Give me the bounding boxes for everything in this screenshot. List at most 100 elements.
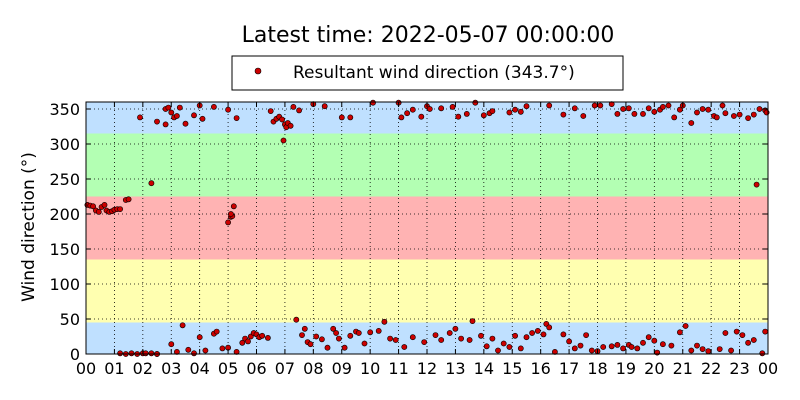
data-point xyxy=(381,318,388,325)
x-tick-label: 07 xyxy=(275,359,295,378)
data-point xyxy=(182,120,189,127)
data-point xyxy=(227,211,234,217)
x-tick-label: 22 xyxy=(701,359,721,378)
data-point xyxy=(705,348,712,355)
data-point xyxy=(688,120,695,126)
data-point xyxy=(162,121,169,128)
data-point xyxy=(682,323,689,329)
data-point xyxy=(660,104,666,110)
data-point xyxy=(640,339,646,346)
data-point xyxy=(560,331,567,338)
data-point xyxy=(731,113,737,119)
data-point xyxy=(523,103,530,110)
data-point xyxy=(694,342,700,349)
direction-bands xyxy=(86,102,768,354)
data-point xyxy=(313,333,320,340)
data-point xyxy=(301,325,308,332)
data-point xyxy=(489,108,496,114)
data-point xyxy=(546,102,553,109)
data-point xyxy=(614,111,621,117)
x-tick-label: 10 xyxy=(360,359,380,378)
x-tick-label: 16 xyxy=(530,359,550,378)
data-point xyxy=(341,344,348,351)
x-tick-label: 01 xyxy=(104,359,124,378)
data-point xyxy=(361,340,368,347)
data-point xyxy=(668,342,675,349)
data-point xyxy=(722,110,729,117)
data-point xyxy=(168,341,175,348)
data-point xyxy=(745,339,751,346)
data-point xyxy=(279,116,285,123)
data-point xyxy=(409,106,416,113)
data-point xyxy=(634,345,641,352)
data-point xyxy=(375,327,382,334)
data-point xyxy=(199,115,206,122)
x-tick-label: 04 xyxy=(189,359,209,378)
data-point xyxy=(287,122,294,129)
data-point xyxy=(142,350,149,357)
data-point xyxy=(699,346,706,352)
x-tick-label: 17 xyxy=(559,359,579,378)
data-point xyxy=(446,330,453,336)
data-point xyxy=(426,106,433,112)
data-point xyxy=(713,114,720,121)
data-point xyxy=(489,335,496,342)
data-point xyxy=(280,137,287,144)
data-point xyxy=(267,108,274,114)
data-point xyxy=(620,345,626,352)
data-point xyxy=(463,111,470,117)
data-point xyxy=(338,114,345,121)
data-point xyxy=(432,332,439,338)
data-point xyxy=(628,344,635,350)
data-point xyxy=(176,104,183,111)
data-point xyxy=(259,332,266,339)
data-point xyxy=(540,331,547,338)
data-point xyxy=(148,180,155,187)
data-point xyxy=(117,350,123,357)
data-point xyxy=(299,332,305,338)
data-point xyxy=(736,111,743,118)
data-point xyxy=(290,104,297,110)
data-point xyxy=(191,112,197,119)
data-point xyxy=(620,106,626,112)
data-point xyxy=(148,350,155,357)
data-point xyxy=(645,105,652,112)
x-tick-label: 08 xyxy=(303,359,323,378)
data-point xyxy=(739,332,746,338)
data-point xyxy=(719,102,726,109)
data-point xyxy=(688,347,695,354)
data-point xyxy=(398,114,405,121)
y-axis-label: Wind direction (°) xyxy=(19,152,39,302)
data-point xyxy=(438,337,445,343)
data-point xyxy=(651,108,658,115)
data-point xyxy=(483,343,490,350)
data-point xyxy=(421,339,428,345)
data-point xyxy=(318,336,325,343)
x-tick-label: 11 xyxy=(388,359,408,378)
legend-label: Resultant wind direction (343.7°) xyxy=(293,63,575,83)
data-point xyxy=(404,110,410,117)
data-point xyxy=(614,341,621,348)
data-point xyxy=(625,105,632,112)
data-point xyxy=(500,340,507,347)
data-point xyxy=(202,347,209,354)
wind-direction-chart: Latest time: 2022-05-07 00:00:00 00 01 02 0… xyxy=(19,23,778,378)
data-point xyxy=(546,324,553,331)
data-point xyxy=(324,344,331,351)
data-point xyxy=(438,105,445,112)
x-tick-label: 15 xyxy=(502,359,522,378)
y-tick-label: 350 xyxy=(49,100,80,119)
data-point xyxy=(296,107,302,114)
data-point xyxy=(677,329,683,336)
data-point xyxy=(455,113,462,120)
data-point xyxy=(517,345,524,352)
data-point xyxy=(245,338,251,345)
data-point xyxy=(409,334,416,341)
data-point xyxy=(355,330,362,336)
data-point xyxy=(387,335,393,342)
data-point xyxy=(264,334,271,341)
data-point xyxy=(101,201,108,208)
data-point xyxy=(478,332,484,339)
data-point xyxy=(571,105,578,112)
x-tick-label: 03 xyxy=(161,359,181,378)
